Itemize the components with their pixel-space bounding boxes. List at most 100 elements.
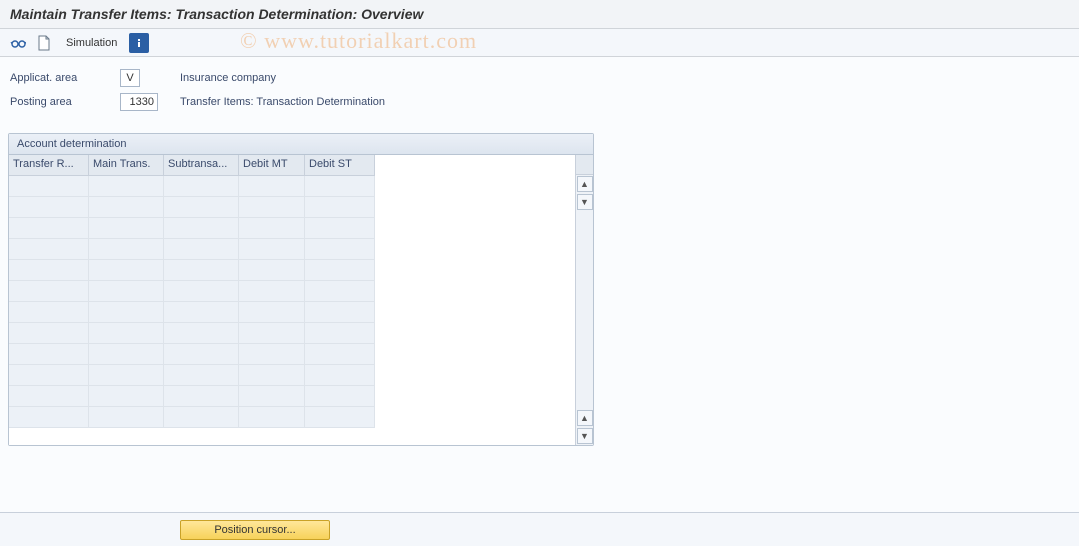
col-header-debit-mt[interactable]: Debit MT <box>239 155 305 175</box>
cell[interactable] <box>89 281 164 301</box>
cell[interactable] <box>239 218 305 238</box>
cell[interactable] <box>9 281 89 301</box>
cell[interactable] <box>164 386 239 406</box>
cell[interactable] <box>89 197 164 217</box>
cell[interactable] <box>239 197 305 217</box>
table-row[interactable] <box>9 302 375 323</box>
scrollbar-track[interactable] <box>577 211 593 409</box>
scroll-up-button[interactable]: ▼ <box>577 194 593 210</box>
cell[interactable] <box>305 176 375 196</box>
cell[interactable] <box>305 386 375 406</box>
cell[interactable] <box>9 344 89 364</box>
col-header-debit-st[interactable]: Debit ST <box>305 155 375 175</box>
cell[interactable] <box>9 302 89 322</box>
cell[interactable] <box>239 344 305 364</box>
table-row[interactable] <box>9 260 375 281</box>
new-page-icon[interactable] <box>34 33 54 53</box>
cell[interactable] <box>89 176 164 196</box>
cell[interactable] <box>239 323 305 343</box>
cell[interactable] <box>9 407 89 427</box>
cell[interactable] <box>164 323 239 343</box>
table-row[interactable] <box>9 386 375 407</box>
cell[interactable] <box>89 239 164 259</box>
cell[interactable] <box>164 281 239 301</box>
posting-area-row: Posting area Transfer Items: Transaction… <box>10 93 1069 111</box>
cell[interactable] <box>164 302 239 322</box>
simulation-button[interactable]: Simulation <box>60 35 123 51</box>
cell[interactable] <box>305 197 375 217</box>
info-icon[interactable] <box>129 33 149 53</box>
cell[interactable] <box>164 260 239 280</box>
cell[interactable] <box>9 197 89 217</box>
table-row[interactable] <box>9 344 375 365</box>
cell[interactable] <box>164 218 239 238</box>
position-cursor-button[interactable]: Position cursor... <box>180 520 330 540</box>
cell[interactable] <box>239 260 305 280</box>
cell[interactable] <box>239 365 305 385</box>
cell[interactable] <box>164 176 239 196</box>
table-row[interactable] <box>9 197 375 218</box>
cell[interactable] <box>89 323 164 343</box>
cell[interactable] <box>9 239 89 259</box>
cell[interactable] <box>239 176 305 196</box>
scroll-up-top-button[interactable]: ▲ <box>577 176 593 192</box>
cell[interactable] <box>9 323 89 343</box>
cell[interactable] <box>164 407 239 427</box>
table-row[interactable] <box>9 365 375 386</box>
col-header-subtransa[interactable]: Subtransa... <box>164 155 239 175</box>
cell[interactable] <box>164 365 239 385</box>
applicat-area-field[interactable] <box>120 69 140 87</box>
cell[interactable] <box>9 176 89 196</box>
posting-area-desc: Transfer Items: Transaction Determinatio… <box>180 96 385 108</box>
table-row[interactable] <box>9 176 375 197</box>
cell[interactable] <box>9 218 89 238</box>
cell[interactable] <box>89 344 164 364</box>
window-title-bar: Maintain Transfer Items: Transaction Det… <box>0 0 1079 29</box>
cell[interactable] <box>305 281 375 301</box>
cell[interactable] <box>305 218 375 238</box>
cell[interactable] <box>305 407 375 427</box>
cell[interactable] <box>305 344 375 364</box>
table-row[interactable] <box>9 281 375 302</box>
table-row[interactable] <box>9 407 375 428</box>
cell[interactable] <box>239 386 305 406</box>
cell[interactable] <box>164 344 239 364</box>
bottom-bar: Position cursor... <box>0 512 1079 546</box>
cell[interactable] <box>89 407 164 427</box>
triangle-down-icon: ▼ <box>580 431 589 441</box>
window-title: Maintain Transfer Items: Transaction Det… <box>10 6 423 22</box>
triangle-up-icon: ▲ <box>580 179 589 189</box>
triangle-up-icon: ▲ <box>580 413 589 423</box>
grid-empty-spacer <box>375 155 575 445</box>
col-header-transfer-r[interactable]: Transfer R... <box>9 155 89 175</box>
table-row[interactable] <box>9 323 375 344</box>
glasses-icon[interactable] <box>8 33 28 53</box>
cell[interactable] <box>239 407 305 427</box>
table-row[interactable] <box>9 239 375 260</box>
cell[interactable] <box>239 281 305 301</box>
table-row[interactable] <box>9 218 375 239</box>
applicat-area-desc: Insurance company <box>180 72 276 84</box>
cell[interactable] <box>89 365 164 385</box>
cell[interactable] <box>89 218 164 238</box>
cell[interactable] <box>89 386 164 406</box>
cell[interactable] <box>89 302 164 322</box>
cell[interactable] <box>89 260 164 280</box>
posting-area-field[interactable] <box>120 93 158 111</box>
cell[interactable] <box>305 239 375 259</box>
cell[interactable] <box>164 239 239 259</box>
col-header-main-trans[interactable]: Main Trans. <box>89 155 164 175</box>
grid-header-row: Transfer R... Main Trans. Subtransa... D… <box>9 155 375 176</box>
cell[interactable] <box>239 239 305 259</box>
cell[interactable] <box>305 302 375 322</box>
cell[interactable] <box>305 323 375 343</box>
scroll-down-bottom-button[interactable]: ▼ <box>577 428 593 444</box>
scroll-down-button[interactable]: ▲ <box>577 410 593 426</box>
cell[interactable] <box>9 260 89 280</box>
cell[interactable] <box>9 365 89 385</box>
cell[interactable] <box>164 197 239 217</box>
cell[interactable] <box>239 302 305 322</box>
cell[interactable] <box>305 365 375 385</box>
cell[interactable] <box>305 260 375 280</box>
cell[interactable] <box>9 386 89 406</box>
